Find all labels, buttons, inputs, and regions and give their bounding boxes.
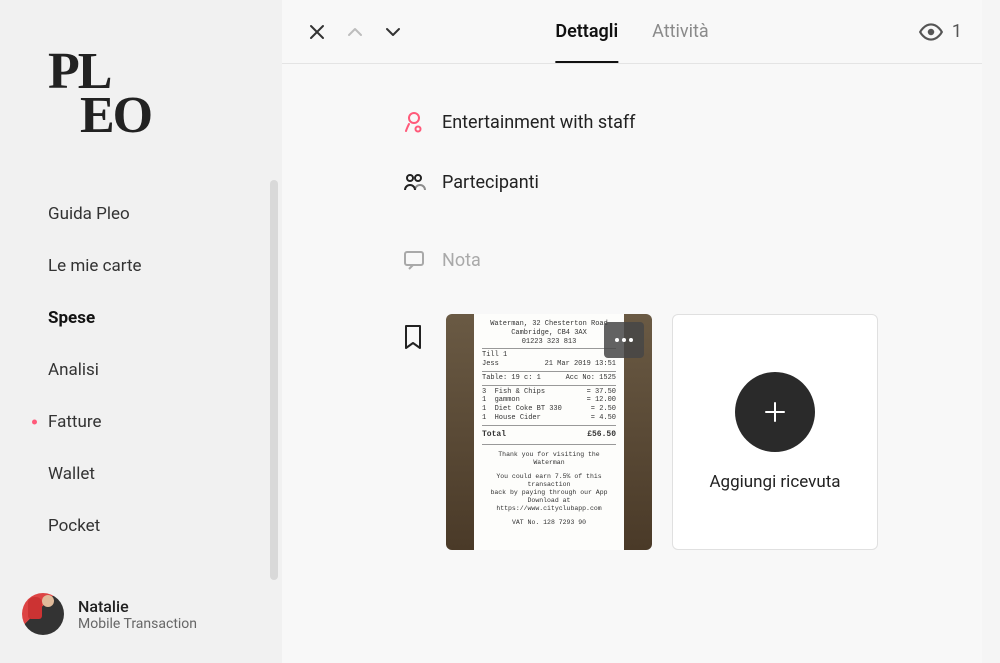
sidebar: PL EO Guida Pleo Le mie carte Spese Anal…	[0, 0, 282, 663]
sidebar-item-invoices[interactable]: Fatture	[48, 396, 282, 448]
category-label: Entertainment with staff	[442, 112, 635, 133]
category-row[interactable]: Entertainment with staff	[402, 92, 922, 152]
tab-activity[interactable]: Attività	[652, 0, 709, 63]
main-panel: Dettagli Attività 1 Entertainment with s…	[282, 0, 1000, 663]
sidebar-item-label: Guida Pleo	[48, 204, 130, 224]
note-placeholder: Nota	[442, 250, 481, 271]
user-subtitle: Mobile Transaction	[78, 616, 197, 632]
add-receipt-button[interactable]: Aggiungi ricevuta	[672, 314, 878, 550]
brand-logo: PL EO	[48, 50, 282, 138]
participants-icon	[402, 170, 426, 194]
plus-icon	[735, 372, 815, 452]
sidebar-nav: Guida Pleo Le mie carte Spese Analisi Fa…	[0, 188, 282, 552]
chevron-up-icon	[346, 23, 364, 41]
sidebar-item-analysis[interactable]: Analisi	[48, 344, 282, 396]
watchers-count: 1	[952, 21, 962, 42]
topbar-controls	[302, 17, 408, 47]
tab-details[interactable]: Dettagli	[555, 0, 618, 63]
note-icon	[402, 248, 426, 272]
sidebar-item-pocket[interactable]: Pocket	[48, 500, 282, 552]
avatar	[22, 593, 64, 635]
receipt-menu-button[interactable]	[604, 322, 644, 358]
sidebar-item-expenses[interactable]: Spese	[48, 292, 282, 344]
dots-icon	[615, 338, 619, 342]
participants-row[interactable]: Partecipanti	[402, 152, 922, 212]
tab-label: Attività	[652, 21, 709, 42]
eye-icon	[918, 19, 944, 45]
close-button[interactable]	[302, 17, 332, 47]
close-icon	[308, 23, 326, 41]
receipt-image: Waterman, 32 Chesterton Road Cambridge, …	[474, 314, 624, 550]
sidebar-item-label: Fatture	[48, 412, 101, 432]
user-profile[interactable]: Natalie Mobile Transaction	[0, 593, 282, 663]
bookmark-icon	[402, 324, 424, 350]
bookmark-button[interactable]	[402, 314, 426, 354]
note-row[interactable]: Nota	[402, 230, 922, 290]
sidebar-item-label: Le mie carte	[48, 256, 142, 276]
category-icon	[402, 110, 426, 134]
chevron-down-icon	[384, 23, 402, 41]
sidebar-item-guide[interactable]: Guida Pleo	[48, 188, 282, 240]
next-button[interactable]	[378, 17, 408, 47]
receipt-thumbnail[interactable]: Waterman, 32 Chesterton Road Cambridge, …	[446, 314, 652, 550]
sidebar-item-label: Pocket	[48, 516, 100, 536]
tabs: Dettagli Attività	[555, 0, 708, 63]
user-name: Natalie	[78, 597, 197, 616]
sidebar-item-cards[interactable]: Le mie carte	[48, 240, 282, 292]
sidebar-scrollbar[interactable]	[270, 180, 278, 580]
topbar: Dettagli Attività 1	[282, 0, 982, 64]
detail-content: Entertainment with staff Partecipanti No…	[282, 64, 982, 663]
watchers[interactable]: 1	[918, 19, 962, 45]
receipts-section: Waterman, 32 Chesterton Road Cambridge, …	[402, 314, 922, 550]
tab-label: Dettagli	[555, 21, 618, 42]
prev-button[interactable]	[340, 17, 370, 47]
notification-dot-icon	[32, 420, 37, 425]
add-receipt-label: Aggiungi ricevuta	[709, 472, 840, 492]
sidebar-item-label: Wallet	[48, 464, 95, 484]
sidebar-item-label: Analisi	[48, 360, 99, 380]
sidebar-item-label: Spese	[48, 308, 95, 328]
sidebar-item-wallet[interactable]: Wallet	[48, 448, 282, 500]
participants-label: Partecipanti	[442, 172, 539, 193]
